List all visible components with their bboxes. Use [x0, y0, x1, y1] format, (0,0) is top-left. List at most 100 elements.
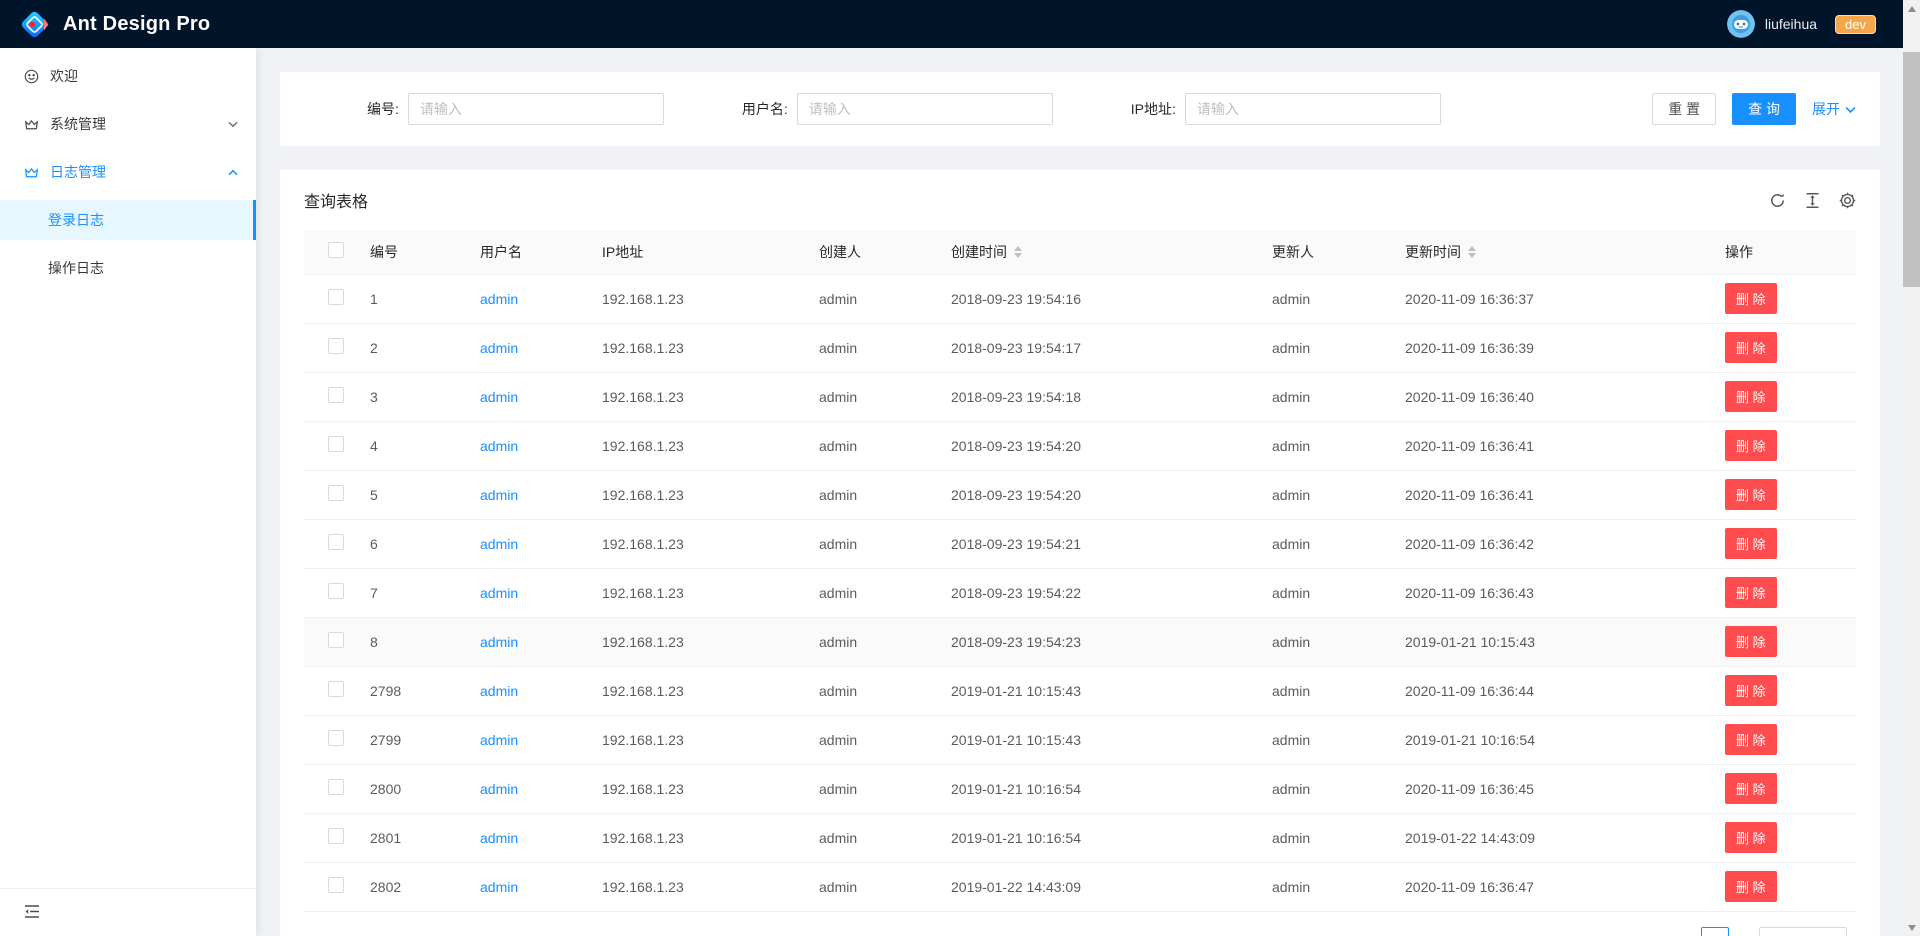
- row-checkbox[interactable]: [328, 681, 344, 697]
- pagination-size-select[interactable]: [1759, 927, 1847, 936]
- setting-gear-icon[interactable]: [1839, 192, 1856, 209]
- column-header-checkbox: [304, 230, 354, 274]
- column-header-created[interactable]: 创建时间: [935, 230, 1256, 274]
- sidebar-item-login-log[interactable]: 登录日志: [0, 200, 256, 240]
- delete-button[interactable]: 删 除: [1725, 332, 1777, 363]
- username-link[interactable]: admin: [480, 634, 518, 650]
- select-all-checkbox[interactable]: [328, 242, 344, 258]
- cell-id: 2: [354, 323, 464, 372]
- cell-ip: 192.168.1.23: [586, 617, 803, 666]
- row-checkbox[interactable]: [328, 632, 344, 648]
- cell-updated-time: 2020-11-09 16:36:37: [1389, 274, 1709, 323]
- cell-id: 5: [354, 470, 464, 519]
- delete-button[interactable]: 删 除: [1725, 626, 1777, 657]
- column-height-icon[interactable]: [1804, 192, 1821, 209]
- sidebar-item-label: 操作日志: [48, 258, 104, 278]
- cell-id: 2800: [354, 764, 464, 813]
- brand[interactable]: Ant Design Pro: [18, 8, 210, 41]
- table-header-row: 编号用户名IP地址创建人创建时间更新人更新时间操作: [304, 230, 1856, 274]
- id-field[interactable]: [408, 93, 664, 125]
- cell-creator: admin: [803, 568, 935, 617]
- cell-updated-time: 2019-01-22 14:43:09: [1389, 813, 1709, 862]
- column-header-id: 编号: [354, 230, 464, 274]
- row-checkbox[interactable]: [328, 436, 344, 452]
- delete-button[interactable]: 删 除: [1725, 871, 1777, 902]
- form-item-ip: IP地址:: [1131, 93, 1441, 125]
- sort-caret-icon[interactable]: [1468, 246, 1476, 258]
- cell-ip: 192.168.1.23: [586, 764, 803, 813]
- delete-button[interactable]: 删 除: [1725, 724, 1777, 755]
- row-checkbox[interactable]: [328, 583, 344, 599]
- sidebar-item-welcome[interactable]: 欢迎: [0, 56, 256, 96]
- sidebar-item-log-management[interactable]: 日志管理: [0, 152, 256, 192]
- cell-creator: admin: [803, 372, 935, 421]
- cell-updater: admin: [1256, 617, 1389, 666]
- scrollbar-thumb[interactable]: [1903, 52, 1920, 287]
- sort-caret-icon[interactable]: [1014, 246, 1022, 258]
- delete-button[interactable]: 删 除: [1725, 283, 1777, 314]
- cell-ip: 192.168.1.23: [586, 372, 803, 421]
- cell-ip: 192.168.1.23: [586, 274, 803, 323]
- username-link[interactable]: admin: [480, 487, 518, 503]
- ip-field[interactable]: [1185, 93, 1441, 125]
- delete-button[interactable]: 删 除: [1725, 381, 1777, 412]
- sidebar-item-system-management[interactable]: 系统管理: [0, 104, 256, 144]
- delete-button[interactable]: 删 除: [1725, 430, 1777, 461]
- row-checkbox[interactable]: [328, 534, 344, 550]
- reset-button[interactable]: 重 置: [1652, 93, 1716, 125]
- username-link[interactable]: admin: [480, 732, 518, 748]
- sidebar-item-label: 系统管理: [50, 114, 106, 134]
- username-link[interactable]: admin: [480, 879, 518, 895]
- row-checkbox[interactable]: [328, 730, 344, 746]
- username-link[interactable]: admin: [480, 781, 518, 797]
- column-header-username: 用户名: [464, 230, 586, 274]
- username-link[interactable]: admin: [480, 389, 518, 405]
- row-checkbox[interactable]: [328, 828, 344, 844]
- search-button[interactable]: 查 询: [1732, 93, 1796, 125]
- username-link[interactable]: admin: [480, 340, 518, 356]
- window-scrollbar[interactable]: [1903, 0, 1920, 936]
- form-actions: 重 置 查 询 展开: [1652, 93, 1856, 125]
- row-checkbox[interactable]: [328, 877, 344, 893]
- search-form-card: 编号: 用户名: IP地址: 重 置 查 询 展开: [280, 72, 1880, 146]
- row-checkbox[interactable]: [328, 485, 344, 501]
- username-link[interactable]: admin: [480, 585, 518, 601]
- cell-id: 2801: [354, 813, 464, 862]
- delete-button[interactable]: 删 除: [1725, 528, 1777, 559]
- row-checkbox[interactable]: [328, 338, 344, 354]
- delete-button[interactable]: 删 除: [1725, 577, 1777, 608]
- cell-updated-time: 2020-11-09 16:36:45: [1389, 764, 1709, 813]
- column-header-updated[interactable]: 更新时间: [1389, 230, 1709, 274]
- row-checkbox[interactable]: [328, 289, 344, 305]
- pagination-current-page[interactable]: [1701, 927, 1729, 936]
- row-checkbox[interactable]: [328, 387, 344, 403]
- cell-creator: admin: [803, 421, 935, 470]
- sidebar-item-operation-log[interactable]: 操作日志: [0, 248, 256, 288]
- delete-button[interactable]: 删 除: [1725, 479, 1777, 510]
- column-label: 操作: [1725, 242, 1753, 262]
- cell-updater: admin: [1256, 568, 1389, 617]
- user-box[interactable]: liufeihua dev: [1727, 10, 1876, 38]
- cell-updater: admin: [1256, 372, 1389, 421]
- row-checkbox[interactable]: [328, 779, 344, 795]
- id-field-label: 编号:: [367, 99, 399, 119]
- username-link[interactable]: admin: [480, 830, 518, 846]
- username-link[interactable]: admin: [480, 683, 518, 699]
- scroll-up-arrow-icon[interactable]: [1903, 0, 1920, 17]
- username-link[interactable]: admin: [480, 438, 518, 454]
- chevron-up-icon: [228, 169, 238, 176]
- scroll-down-arrow-icon[interactable]: [1903, 919, 1920, 936]
- sidebar-collapse-trigger[interactable]: [0, 888, 256, 936]
- delete-button[interactable]: 删 除: [1725, 675, 1777, 706]
- column-label: 编号: [370, 242, 398, 262]
- expand-link[interactable]: 展开: [1812, 99, 1856, 119]
- username-link[interactable]: admin: [480, 291, 518, 307]
- reload-icon[interactable]: [1769, 192, 1786, 209]
- delete-button[interactable]: 删 除: [1725, 822, 1777, 853]
- username-field[interactable]: [797, 93, 1053, 125]
- cell-created-time: 2019-01-22 14:43:09: [935, 862, 1256, 911]
- search-form: 编号: 用户名: IP地址:: [280, 93, 1652, 125]
- delete-button[interactable]: 删 除: [1725, 773, 1777, 804]
- table-row: 3admin192.168.1.23admin2018-09-23 19:54:…: [304, 372, 1856, 421]
- username-link[interactable]: admin: [480, 536, 518, 552]
